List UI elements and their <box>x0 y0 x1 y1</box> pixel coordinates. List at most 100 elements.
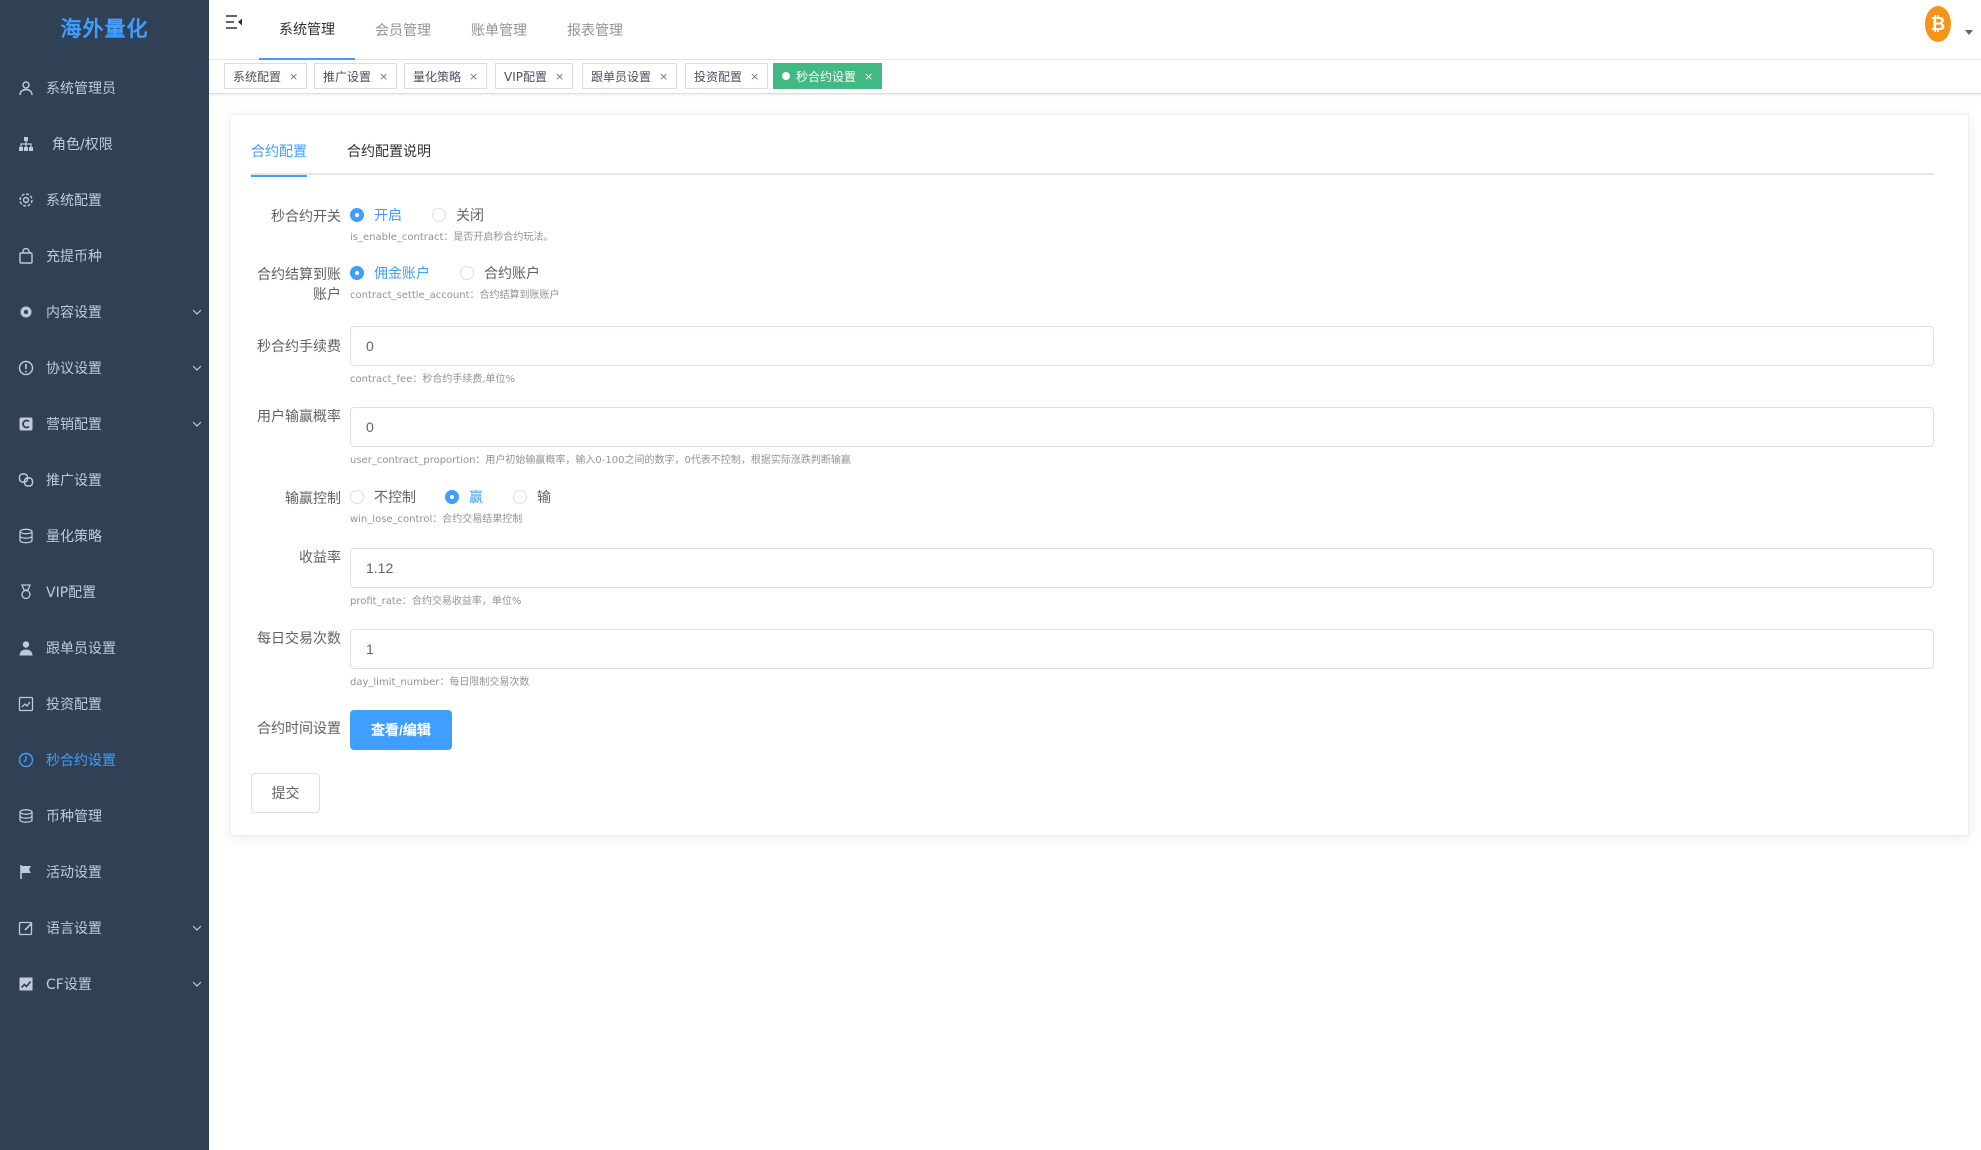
chevron-down-icon <box>192 421 202 427</box>
sidebar-item-vip[interactable]: VIP配置 <box>0 564 209 620</box>
sidebar-item-cf[interactable]: CF设置 <box>0 956 209 1012</box>
sidebar-item-system-config[interactable]: 系统配置 <box>0 172 209 228</box>
submit-button[interactable]: 提交 <box>251 773 320 813</box>
radio-no-control[interactable]: 不控制 <box>350 487 416 507</box>
tag-vip[interactable]: VIP配置 × <box>495 63 574 89</box>
radio-circle <box>350 266 364 280</box>
sidebar-item-label: 充提币种 <box>46 249 102 265</box>
chevron-down-icon <box>192 981 202 987</box>
sidebar-item-label: 币种管理 <box>46 809 102 825</box>
day-limit-input[interactable] <box>350 629 1934 669</box>
sidebar-item-label: 协议设置 <box>46 361 102 377</box>
day-limit-hint: day_limit_number：每日限制交易次数 <box>350 677 530 688</box>
tag-quant-strategy[interactable]: 量化策略 × <box>404 63 488 89</box>
tag-copy-trader[interactable]: 跟单员设置 × <box>582 63 678 89</box>
sidebar-item-promotion[interactable]: 推广设置 <box>0 452 209 508</box>
tags-view: 系统配置 × 推广设置 × 量化策略 × VIP配置 × 跟单员设置 × 投资配置 × 秒合… <box>209 60 1981 94</box>
tag-promotion[interactable]: 推广设置 × <box>314 63 398 89</box>
close-icon[interactable]: × <box>379 70 388 83</box>
sidebar-item-label: 内容设置 <box>46 305 102 321</box>
avatar[interactable]: ₿ <box>1925 6 1951 42</box>
content-card: 合约配置 合约配置说明 秒合约开关 开启 关闭 is_enable_contra… <box>230 114 1969 836</box>
settle-label-line2: 账户 <box>313 287 341 303</box>
sidebar-item-label: 秒合约设置 <box>46 753 116 769</box>
radio-label: 关闭 <box>456 208 484 224</box>
time-label: 合约时间设置 <box>257 721 341 737</box>
radio-settle-commission[interactable]: 佣金账户 <box>350 263 430 283</box>
tab-contract-config[interactable]: 合约配置 <box>251 135 307 177</box>
proportion-hint: user_contract_proportion：用户初始输赢概率，输入0-10… <box>350 455 851 466</box>
sidebar-item-label: 跟单员设置 <box>46 641 116 657</box>
sidebar-item-label: 角色/权限 <box>52 137 113 153</box>
link-icon <box>18 472 34 488</box>
edit-icon <box>18 920 34 936</box>
sidebar-item-label: 活动设置 <box>46 865 102 881</box>
sidebar-item-label: 投资配置 <box>46 697 102 713</box>
radio-circle <box>445 490 459 504</box>
chevron-down-icon <box>192 925 202 931</box>
sidebar-item-roles[interactable]: 角色/权限 <box>0 116 209 172</box>
app-logo[interactable]: 海外量化 <box>0 0 209 56</box>
tag-label: 跟单员设置 <box>591 69 652 84</box>
fee-hint: contract_fee：秒合约手续费,单位% <box>350 374 516 385</box>
radio-enable-on[interactable]: 开启 <box>350 205 402 225</box>
close-icon[interactable]: × <box>659 70 668 83</box>
caret-down-icon[interactable] <box>1965 30 1973 35</box>
proportion-input[interactable] <box>350 407 1934 447</box>
sidebar-item-label: 系统管理员 <box>46 81 116 97</box>
radio-label: 开启 <box>374 208 402 224</box>
radio-win[interactable]: 赢 <box>445 487 483 507</box>
radio-settle-contract[interactable]: 合约账户 <box>460 263 540 283</box>
close-icon[interactable]: × <box>864 70 873 83</box>
tag-label: 推广设置 <box>323 69 372 84</box>
tab-contract-config-help[interactable]: 合约配置说明 <box>347 135 431 175</box>
top-tab-reports[interactable]: 报表管理 <box>547 0 643 60</box>
sidebar-item-investment[interactable]: 投资配置 <box>0 676 209 732</box>
close-icon[interactable]: × <box>750 70 759 83</box>
chevron-down-icon <box>192 365 202 371</box>
radio-circle <box>460 266 474 280</box>
sidebar-item-language[interactable]: 语言设置 <box>0 900 209 956</box>
sidebar-item-agreement[interactable]: 协议设置 <box>0 340 209 396</box>
sidebar-item-second-contract[interactable]: 秒合约设置 <box>0 732 209 788</box>
gear-icon <box>18 192 34 208</box>
tag-investment[interactable]: 投资配置 × <box>685 63 769 89</box>
close-icon[interactable]: × <box>555 70 564 83</box>
sidebar-item-content[interactable]: 内容设置 <box>0 284 209 340</box>
close-icon[interactable]: × <box>469 70 478 83</box>
tag-label: 系统配置 <box>233 69 282 84</box>
tag-second-contract[interactable]: 秒合约设置 × <box>773 63 883 89</box>
radio-enable-off[interactable]: 关闭 <box>432 205 484 225</box>
sidebar-item-admin[interactable]: 系统管理员 <box>0 60 209 116</box>
view-edit-button[interactable]: 查看/编辑 <box>350 710 452 750</box>
fee-label: 秒合约手续费 <box>257 339 341 355</box>
fee-input[interactable] <box>350 326 1934 366</box>
coins-icon <box>18 808 34 824</box>
sidebar-item-coins-deposit[interactable]: 充提币种 <box>0 228 209 284</box>
sidebar-item-label: 量化策略 <box>46 529 102 545</box>
sidebar-item-label: 营销配置 <box>46 417 102 433</box>
hamburger-icon[interactable] <box>225 14 243 30</box>
database-icon <box>18 528 34 544</box>
sidebar-item-activity[interactable]: 活动设置 <box>0 844 209 900</box>
radio-label: 不控制 <box>374 490 416 506</box>
profit-input[interactable] <box>350 548 1934 588</box>
radio-circle <box>432 208 446 222</box>
chevron-down-icon <box>192 309 202 315</box>
settle-hint: contract_settle_account：合约结算到账账户 <box>350 290 560 301</box>
enable-hint: is_enable_contract：是否开启秒合约玩法。 <box>350 232 554 243</box>
sidebar-item-label: 推广设置 <box>46 473 102 489</box>
top-tab-members[interactable]: 会员管理 <box>355 0 451 60</box>
tag-system-config[interactable]: 系统配置 × <box>224 63 308 89</box>
radio-lose[interactable]: 输 <box>513 487 551 507</box>
top-tab-system[interactable]: 系统管理 <box>259 0 355 60</box>
top-tab-bills[interactable]: 账单管理 <box>451 0 547 60</box>
sidebar-item-quant-strategy[interactable]: 量化策略 <box>0 508 209 564</box>
sidebar-item-label: CF设置 <box>46 977 92 993</box>
sitemap-icon <box>18 136 34 152</box>
tag-label: 投资配置 <box>694 69 743 84</box>
sidebar-item-copy-trader[interactable]: 跟单员设置 <box>0 620 209 676</box>
close-icon[interactable]: × <box>289 70 298 83</box>
sidebar-item-marketing[interactable]: 营销配置 <box>0 396 209 452</box>
sidebar-item-currency[interactable]: 币种管理 <box>0 788 209 844</box>
